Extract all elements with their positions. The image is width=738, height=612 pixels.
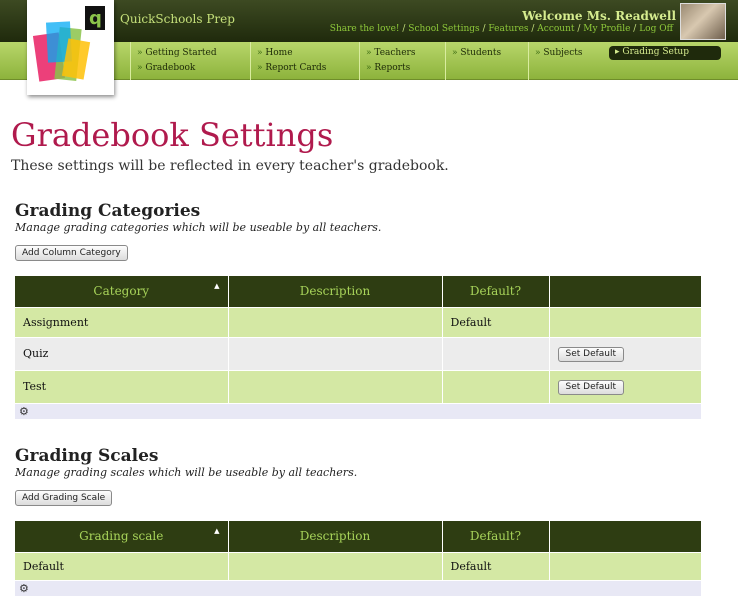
link-features[interactable]: Features	[488, 24, 528, 34]
nav-column-1: » Getting Started » Gradebook	[130, 42, 248, 80]
add-grading-scale-button[interactable]: Add Grading Scale	[15, 490, 113, 506]
column-header-default[interactable]: Default?	[442, 521, 550, 552]
scale-name: Default	[15, 551, 229, 580]
gear-icon[interactable]: ⚙	[19, 405, 29, 418]
column-header-description[interactable]: Description	[228, 276, 443, 307]
double-chevron-icon: »	[257, 48, 263, 58]
scale-default: Default	[442, 551, 550, 580]
section-heading-categories: Grading Categories	[15, 201, 201, 221]
page-subtitle: These settings will be reflected in ever…	[11, 158, 449, 174]
set-default-button[interactable]: Set Default	[557, 379, 625, 395]
page-title: Gradebook Settings	[11, 116, 334, 154]
section-description-scales: Manage grading scales which will be usea…	[15, 466, 358, 479]
top-links: Share the love! / School Settings / Feat…	[329, 24, 673, 34]
nav-item-gradebook[interactable]: » Gradebook	[137, 61, 242, 76]
section-heading-scales: Grading Scales	[15, 446, 159, 466]
double-chevron-icon: »	[366, 48, 372, 58]
section-description-categories: Manage grading categories which will be …	[15, 221, 382, 234]
double-chevron-icon: »	[535, 48, 541, 58]
nav-item-grading-setup[interactable]: ▸ Grading Setup	[609, 46, 721, 60]
scale-action	[549, 551, 701, 580]
categories-table: Category ▲ Description Default? Assignmen…	[15, 276, 701, 419]
app-logo[interactable]: q	[27, 0, 114, 95]
quickschools-logo-icon: q	[32, 6, 105, 82]
add-column-category-button[interactable]: Add Column Category	[15, 245, 128, 261]
scales-table: Grading scale ▲ Description Default? Defa…	[15, 521, 701, 596]
category-default	[442, 336, 550, 370]
category-action	[549, 306, 701, 337]
nav-column-3: » Teachers » Reports	[359, 42, 444, 80]
user-avatar[interactable]	[680, 3, 726, 40]
category-default: Default	[442, 306, 550, 337]
double-chevron-icon: »	[452, 48, 458, 58]
nav-column-2: » Home » Report Cards	[250, 42, 358, 80]
table-footer-cell: ⚙	[15, 402, 701, 419]
table-row: Assignment Default	[15, 306, 701, 337]
table-footer: ⚙	[15, 402, 701, 419]
triangle-right-icon: ▸	[615, 47, 620, 57]
link-log-off[interactable]: Log Off	[639, 24, 673, 34]
category-name: Test	[15, 369, 229, 403]
category-action: Set Default	[549, 336, 701, 370]
double-chevron-icon: »	[366, 63, 372, 73]
table-row: Default Default	[15, 551, 701, 580]
set-default-button[interactable]: Set Default	[557, 346, 625, 362]
column-header-description[interactable]: Description	[228, 521, 443, 552]
gear-icon[interactable]: ⚙	[19, 582, 29, 595]
nav-column-5: » Subjects	[528, 42, 606, 80]
nav-item-reports[interactable]: » Reports	[366, 61, 438, 76]
category-name: Quiz	[15, 336, 229, 370]
table-row: Quiz Set Default	[15, 336, 701, 370]
column-header-category[interactable]: Category ▲	[15, 276, 229, 307]
column-header-actions	[549, 521, 701, 552]
category-action: Set Default	[549, 369, 701, 403]
link-share[interactable]: Share the love!	[330, 24, 400, 34]
sort-ascending-icon[interactable]: ▲	[214, 527, 219, 535]
table-footer-cell: ⚙	[15, 579, 701, 596]
column-header-default[interactable]: Default?	[442, 276, 550, 307]
table-row: Test Set Default	[15, 369, 701, 403]
table-footer: ⚙	[15, 579, 701, 596]
nav-item-getting-started[interactable]: » Getting Started	[137, 46, 242, 61]
link-school-settings[interactable]: School Settings	[408, 24, 479, 34]
nav-item-report-cards[interactable]: » Report Cards	[257, 61, 352, 76]
scale-description	[228, 551, 443, 580]
category-name: Assignment	[15, 306, 229, 337]
double-chevron-icon: »	[257, 63, 263, 73]
nav-item-subjects[interactable]: » Subjects	[535, 46, 600, 61]
double-chevron-icon: »	[137, 63, 143, 73]
category-default	[442, 369, 550, 403]
nav-item-home[interactable]: » Home	[257, 46, 352, 61]
category-description	[228, 336, 443, 370]
nav-item-teachers[interactable]: » Teachers	[366, 46, 438, 61]
link-my-profile[interactable]: My Profile	[583, 24, 630, 34]
category-description	[228, 369, 443, 403]
sort-ascending-icon[interactable]: ▲	[214, 282, 219, 290]
column-header-actions	[549, 276, 701, 307]
nav-column-4: » Students	[445, 42, 527, 80]
category-description	[228, 306, 443, 337]
welcome-message: Welcome Ms. Readwell	[522, 9, 676, 23]
column-header-grading-scale[interactable]: Grading scale ▲	[15, 521, 229, 552]
nav-item-students[interactable]: » Students	[452, 46, 521, 61]
double-chevron-icon: »	[137, 48, 143, 58]
link-account[interactable]: Account	[537, 24, 574, 34]
app-name[interactable]: QuickSchools Prep	[120, 12, 235, 26]
svg-text:q: q	[89, 8, 102, 29]
